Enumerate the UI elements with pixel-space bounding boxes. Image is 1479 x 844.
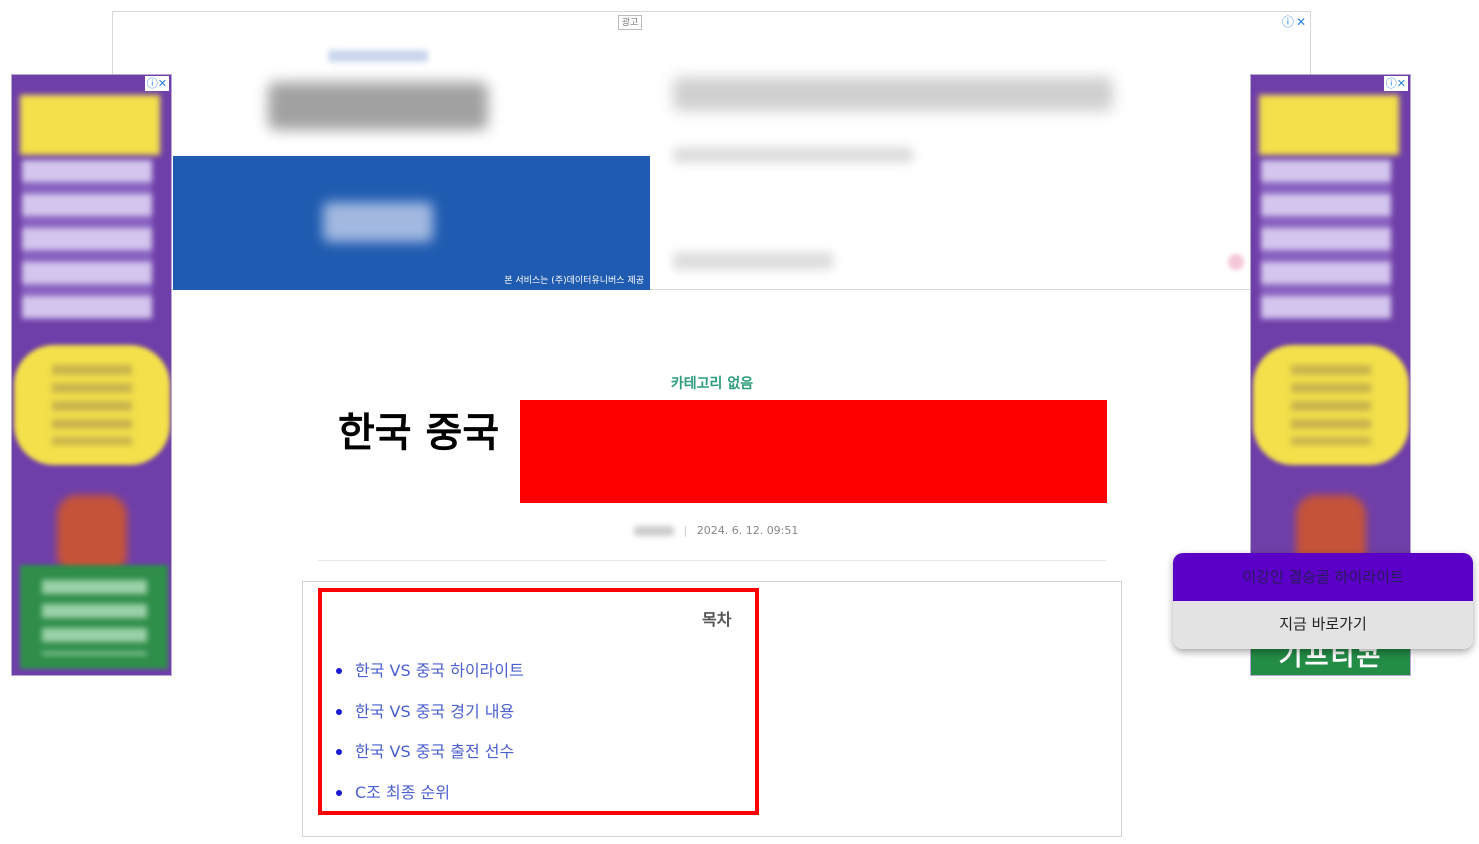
- page-title: 한국 중국: [338, 410, 500, 456]
- blurred-ad-text: [1261, 160, 1391, 320]
- page: 광고 ⓘ ✕ 본 서비스는 (주)데이터유니버스 제공 ⓘ✕ ⓘ✕ 기프티콘 카…: [0, 0, 1479, 844]
- post-meta: | 2024. 6. 12. 09:51: [634, 524, 798, 537]
- ad-graphic: [20, 95, 160, 155]
- toc-item[interactable]: 한국 VS 중국 출전 선수: [334, 733, 524, 774]
- author-name[interactable]: [634, 526, 674, 536]
- blurred-ad-headline: [268, 82, 488, 130]
- adchoices-icon[interactable]: ⓘ✕: [1383, 76, 1408, 91]
- top-banner-ad[interactable]: 광고 ⓘ ✕ 본 서비스는 (주)데이터유니버스 제공: [112, 11, 1311, 290]
- adchoices-icon[interactable]: ⓘ✕: [1282, 13, 1306, 30]
- blurred-ad-text: [42, 580, 147, 655]
- blurred-ad-text: [328, 50, 428, 62]
- toc-link[interactable]: 한국 VS 중국 출전 선수: [355, 742, 514, 761]
- blurred-ad-text: [22, 160, 152, 320]
- category-link[interactable]: 카테고리 없음: [600, 373, 824, 393]
- adchoices-icon[interactable]: ⓘ✕: [144, 76, 169, 91]
- popup-headline[interactable]: 이강인 결승골 하이라이트: [1173, 553, 1473, 601]
- blurred-button-label: [323, 202, 433, 242]
- close-icon[interactable]: ✕: [1296, 15, 1306, 29]
- info-icon[interactable]: ⓘ: [1282, 15, 1294, 29]
- toc-item[interactable]: 한국 VS 중국 경기 내용: [334, 693, 524, 734]
- ad-confirm-button[interactable]: 본 서비스는 (주)데이터유니버스 제공: [173, 156, 650, 290]
- ad-provider-text: 본 서비스는 (주)데이터유니버스 제공: [504, 276, 644, 286]
- toc-list: 한국 VS 중국 하이라이트 한국 VS 중국 경기 내용 한국 VS 중국 출…: [334, 652, 524, 814]
- toc-link[interactable]: 한국 VS 중국 하이라이트: [355, 661, 524, 680]
- toc-link[interactable]: 한국 VS 중국 경기 내용: [355, 702, 514, 721]
- blurred-ad-title: [673, 77, 1113, 111]
- ad-product-image: [57, 495, 127, 575]
- ad-graphic: [1259, 95, 1399, 155]
- blurred-ad-text: [1291, 365, 1371, 445]
- post-date: 2024. 6. 12. 09:51: [696, 524, 799, 537]
- floating-popup[interactable]: 이강인 결승골 하이라이트 지금 바로가기: [1173, 553, 1473, 649]
- ad-arrow-icon[interactable]: [1228, 254, 1244, 270]
- ad-right-block[interactable]: [653, 42, 1253, 282]
- divider: [318, 560, 1106, 561]
- ad-label: 광고: [618, 15, 642, 30]
- blurred-ad-url: [673, 252, 833, 270]
- toc-link[interactable]: C조 최종 순위: [355, 783, 450, 802]
- toc-heading: 목차: [702, 610, 732, 629]
- meta-separator: |: [683, 524, 688, 537]
- blurred-ad-text: [52, 365, 132, 445]
- left-side-ad[interactable]: ⓘ✕: [11, 74, 172, 676]
- toc-item[interactable]: 한국 VS 중국 하이라이트: [334, 652, 524, 693]
- go-now-button[interactable]: 지금 바로가기: [1173, 601, 1473, 649]
- toc-item[interactable]: C조 최종 순위: [334, 774, 524, 815]
- redaction-box: [520, 400, 1107, 503]
- ad-left-block: 본 서비스는 (주)데이터유니버스 제공: [173, 42, 650, 290]
- blurred-ad-subtitle: [673, 147, 913, 163]
